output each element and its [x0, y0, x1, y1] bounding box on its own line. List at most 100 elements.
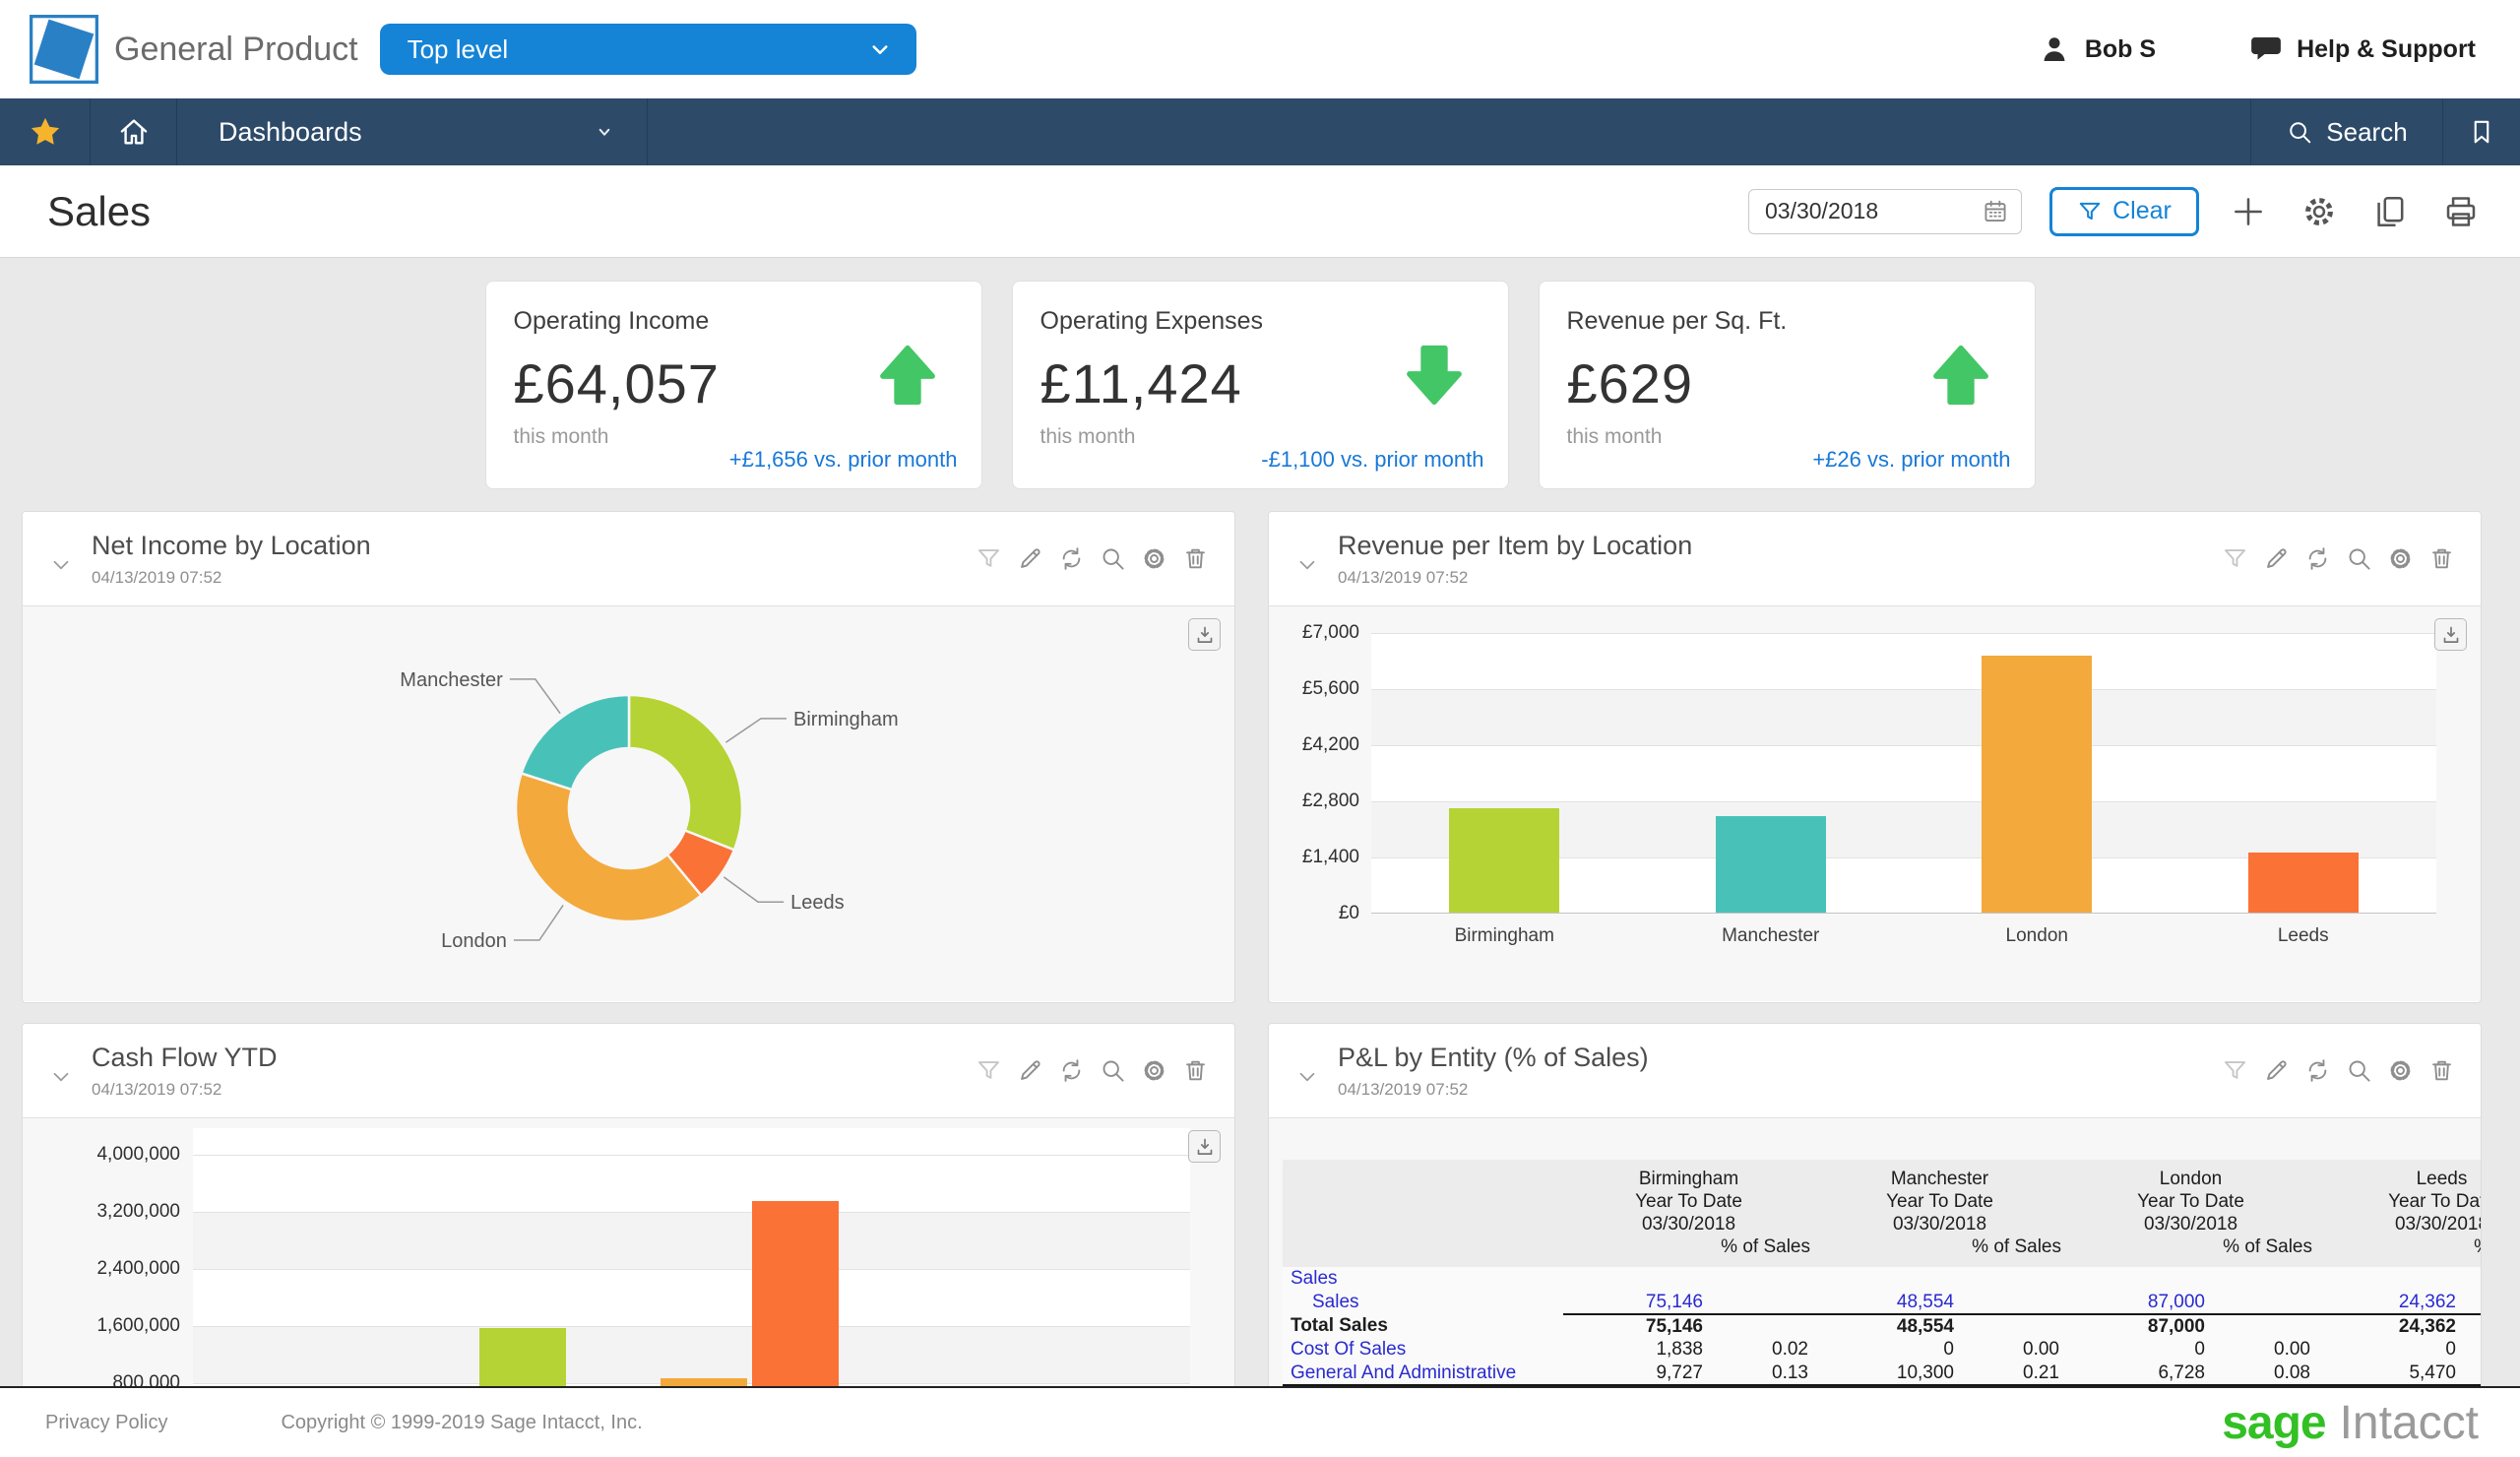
settings-icon[interactable] [1141, 1057, 1167, 1084]
cell-pct [2464, 1338, 2481, 1362]
bookmarks-tab[interactable] [2443, 98, 2520, 165]
entity-selector[interactable]: Top level [379, 24, 916, 75]
collapse-chevron-icon[interactable] [48, 1064, 74, 1090]
favorites-tab[interactable] [0, 98, 91, 165]
download-chart-button[interactable] [1188, 1130, 1221, 1163]
donut-slice-birmingham[interactable] [627, 693, 743, 852]
home-tab[interactable] [91, 98, 177, 165]
cell-value: 0 [2445, 1339, 2456, 1360]
copy-icon [2377, 196, 2404, 226]
collapse-chevron-icon[interactable] [1294, 1064, 1320, 1090]
value-link[interactable]: 48,554 [1897, 1292, 1954, 1312]
table-row: Sales 75,146 48,554 87,000 24,362 [1283, 1291, 2481, 1315]
dashboards-menu[interactable]: Dashboards [177, 98, 648, 165]
clear-label: Clear [2112, 197, 2172, 224]
account-link[interactable]: Cost Of Sales [1291, 1339, 1406, 1360]
bar-leeds[interactable] [2247, 853, 2359, 913]
settings-icon[interactable] [2387, 1057, 2414, 1084]
search-button[interactable]: Search [2250, 98, 2443, 165]
company-logo-icon [30, 15, 98, 84]
account-link[interactable]: General And Administrative [1291, 1362, 1516, 1383]
product-name: General Product [114, 30, 358, 68]
delete-icon[interactable] [1182, 545, 1209, 572]
zoom-icon[interactable] [2346, 545, 2372, 572]
privacy-policy-link[interactable]: Privacy Policy [45, 1412, 167, 1434]
column-header-birmingham: Birmingham Year To Date 03/30/2018% of Sal… [1563, 1160, 1814, 1267]
date-input[interactable] [1765, 198, 1962, 224]
settings-icon[interactable] [2387, 545, 2414, 572]
cell-pct: 0.13 [1711, 1362, 1814, 1385]
bar-london[interactable] [1982, 656, 2093, 913]
refresh-icon[interactable] [2304, 1057, 2331, 1084]
cell-value: 5,470 [2409, 1362, 2456, 1383]
value-link[interactable]: 75,146 [1646, 1292, 1703, 1312]
column-header-leeds: LeedsYear To Date03/30/2018% of Sales [2316, 1160, 2481, 1267]
download-chart-button[interactable] [2434, 618, 2467, 651]
settings-icon[interactable] [1141, 545, 1167, 572]
edit-icon[interactable] [2263, 1057, 2290, 1084]
edit-icon[interactable] [1017, 545, 1043, 572]
filter-icon[interactable] [2222, 545, 2248, 572]
filter-icon [2079, 202, 2101, 220]
cell-pct [1711, 1267, 1814, 1291]
panel-title: Revenue per Item by Location [1338, 530, 1693, 560]
refresh-icon[interactable] [2304, 545, 2331, 572]
cell-pct: 0.02 [1711, 1338, 1814, 1362]
gridline [193, 1269, 1190, 1270]
help-support[interactable]: Help & Support [2249, 32, 2476, 66]
pnl-table: Birmingham Year To Date 03/30/2018% of Sal… [1283, 1160, 2481, 1409]
trend-up-arrow-icon [1932, 345, 1988, 406]
cell-value: 9,727 [1656, 1362, 1703, 1383]
sage-wordmark: sage [2222, 1396, 2326, 1449]
y-axis-tick: £0 [1338, 903, 1359, 923]
download-chart-button[interactable] [1188, 618, 1221, 651]
delete-icon[interactable] [2428, 1057, 2455, 1084]
edit-icon[interactable] [2263, 545, 2290, 572]
gridline [193, 1326, 1190, 1327]
edit-icon[interactable] [1017, 1057, 1043, 1084]
refresh-icon[interactable] [1058, 1057, 1085, 1084]
panel-header: Revenue per Item by Location 04/13/2019 … [1269, 512, 2481, 605]
donut-label-line [724, 717, 787, 743]
donut-slice-manchester[interactable] [519, 693, 630, 792]
filter-icon[interactable] [976, 545, 1002, 572]
print-button[interactable] [2439, 190, 2483, 233]
toolbar-controls: Clear [1748, 186, 2483, 236]
zoom-icon[interactable] [1100, 545, 1126, 572]
cell-value: 75,146 [1645, 1315, 1703, 1337]
delete-icon[interactable] [1182, 1057, 1209, 1084]
bar-manchester[interactable] [1715, 816, 1826, 913]
filter-icon[interactable] [2222, 1057, 2248, 1084]
collapse-chevron-icon[interactable] [48, 552, 74, 578]
gridline [1371, 633, 2436, 634]
calendar-icon[interactable] [1982, 198, 2009, 225]
zoom-icon[interactable] [2346, 1057, 2372, 1084]
duplicate-button[interactable] [2368, 190, 2412, 233]
kpi-period: this month [1566, 425, 1663, 448]
value-link[interactable]: 87,000 [2148, 1292, 2205, 1312]
delete-icon[interactable] [2428, 545, 2455, 572]
panel-title: Net Income by Location [92, 530, 371, 560]
kpi-period: this month [513, 425, 609, 448]
kpi-title: Operating Income [513, 307, 710, 335]
cell-pct [1962, 1314, 2065, 1338]
filter-icon[interactable] [976, 1057, 1002, 1084]
y-axis-tick: 1,600,000 [96, 1315, 180, 1336]
gridline [1371, 689, 2436, 690]
zoom-icon[interactable] [1100, 1057, 1126, 1084]
add-component-button[interactable] [2227, 190, 2270, 233]
clear-filter-button[interactable]: Clear [2049, 186, 2199, 236]
account-link[interactable]: Sales [1312, 1292, 1359, 1312]
collapse-chevron-icon[interactable] [1294, 552, 1320, 578]
y-axis-tick: £1,400 [1301, 847, 1359, 867]
panel-actions [976, 1057, 1209, 1084]
dashboard-settings-button[interactable] [2298, 190, 2341, 233]
bar-birmingham[interactable] [1449, 808, 1560, 913]
home-icon [120, 119, 147, 145]
kpi-row: Operating Income £64,057 this month +£1,… [0, 258, 2520, 489]
refresh-icon[interactable] [1058, 545, 1085, 572]
date-field[interactable] [1748, 188, 2022, 234]
value-link[interactable]: 24,362 [2399, 1292, 2456, 1312]
user-menu[interactable]: Bob S [2038, 32, 2156, 66]
account-link[interactable]: Sales [1291, 1268, 1338, 1289]
